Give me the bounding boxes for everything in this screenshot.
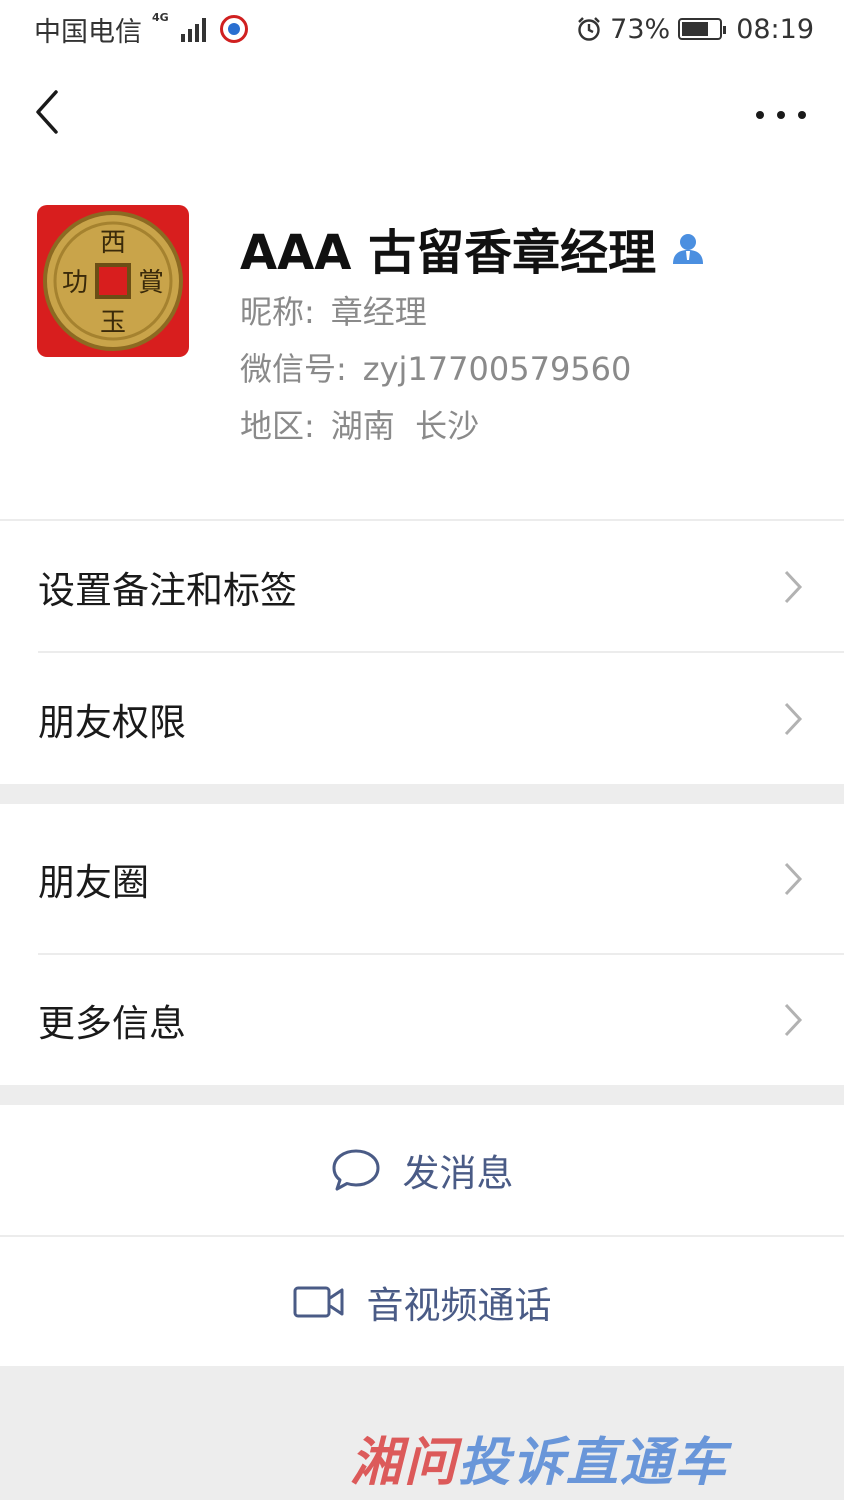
menu-item-moments[interactable]: 朋友圈 [0, 804, 844, 954]
nickname-line: 昵称: 章经理 [240, 287, 427, 333]
coin-char-left: 功 [62, 268, 88, 298]
contact-person-icon [673, 234, 704, 264]
send-message-button[interactable]: 发消息 [0, 1105, 844, 1235]
coin-char-top: 西 [100, 228, 126, 258]
menu-item-label: 设置备注和标签 [38, 568, 297, 612]
region-label: 地区: [240, 407, 315, 445]
chevron-left-icon [36, 90, 58, 134]
more-dots-icon [756, 111, 764, 119]
menu-item-more-info[interactable]: 更多信息 [0, 955, 844, 1085]
contact-name: AAA 古留香章经理 [240, 225, 657, 281]
battery-icon [678, 18, 727, 40]
menu-item-friend-permissions[interactable]: 朋友权限 [0, 653, 844, 784]
back-button[interactable] [30, 88, 70, 138]
battery-percent: 73% [610, 13, 671, 45]
wechat-id-label: 微信号: [240, 350, 347, 388]
carrier-label: 中国电信 [34, 16, 142, 48]
menu-item-label: 更多信息 [38, 1002, 186, 1045]
video-call-label: 音视频通话 [366, 1283, 552, 1327]
more-button[interactable] [756, 100, 806, 130]
wechat-id-value[interactable]: zyj17700579560 [363, 350, 632, 388]
video-call-button[interactable]: 音视频通话 [0, 1237, 844, 1366]
nickname-label: 昵称: [240, 293, 315, 331]
profile-header: 西 賞 玉 功 AAA 古留香章经理 昵称: 章经理 微信号: zyj1770057… [37, 205, 817, 465]
nickname-value: 章经理 [330, 293, 427, 331]
region-value: 湖南 长沙 [330, 407, 480, 445]
avatar[interactable]: 西 賞 玉 功 [37, 205, 189, 357]
chevron-right-icon [784, 570, 803, 603]
chevron-right-icon [784, 702, 803, 735]
watermark-red-text: 湘问 [350, 1433, 459, 1493]
status-bar: 中国电信 4G 73% 08:19 [0, 0, 844, 58]
chat-bubble-icon [332, 1149, 379, 1191]
watermark-blue-text: 投诉直通车 [458, 1433, 729, 1493]
menu-item-label: 朋友圈 [38, 861, 149, 904]
nav-bar [0, 70, 844, 160]
contact-name-row: AAA 古留香章经理 [240, 213, 706, 283]
chevron-right-icon [784, 1003, 803, 1037]
menu-item-remarks-tags[interactable]: 设置备注和标签 [0, 521, 844, 652]
chevron-right-icon [784, 862, 803, 896]
app-notification-icon [219, 15, 248, 43]
region-line: 地区: 湖南 长沙 [240, 401, 479, 447]
section-gap [0, 784, 844, 804]
wechat-id-line: 微信号: zyj17700579560 [240, 344, 631, 390]
coin-char-right: 賞 [138, 268, 164, 298]
video-camera-icon [293, 1286, 343, 1317]
clock-time: 08:19 [736, 13, 814, 45]
section-gap [0, 1085, 844, 1105]
coin-char-bottom: 玉 [100, 308, 126, 338]
alarm-clock-icon [578, 17, 601, 41]
watermark: 湘问投诉直通车 [350, 1420, 728, 1495]
send-message-label: 发消息 [402, 1152, 514, 1195]
network-type: 4G [152, 10, 169, 24]
coin-image: 西 賞 玉 功 [43, 211, 183, 351]
signal-icon [180, 16, 206, 42]
menu-item-label: 朋友权限 [38, 700, 186, 744]
